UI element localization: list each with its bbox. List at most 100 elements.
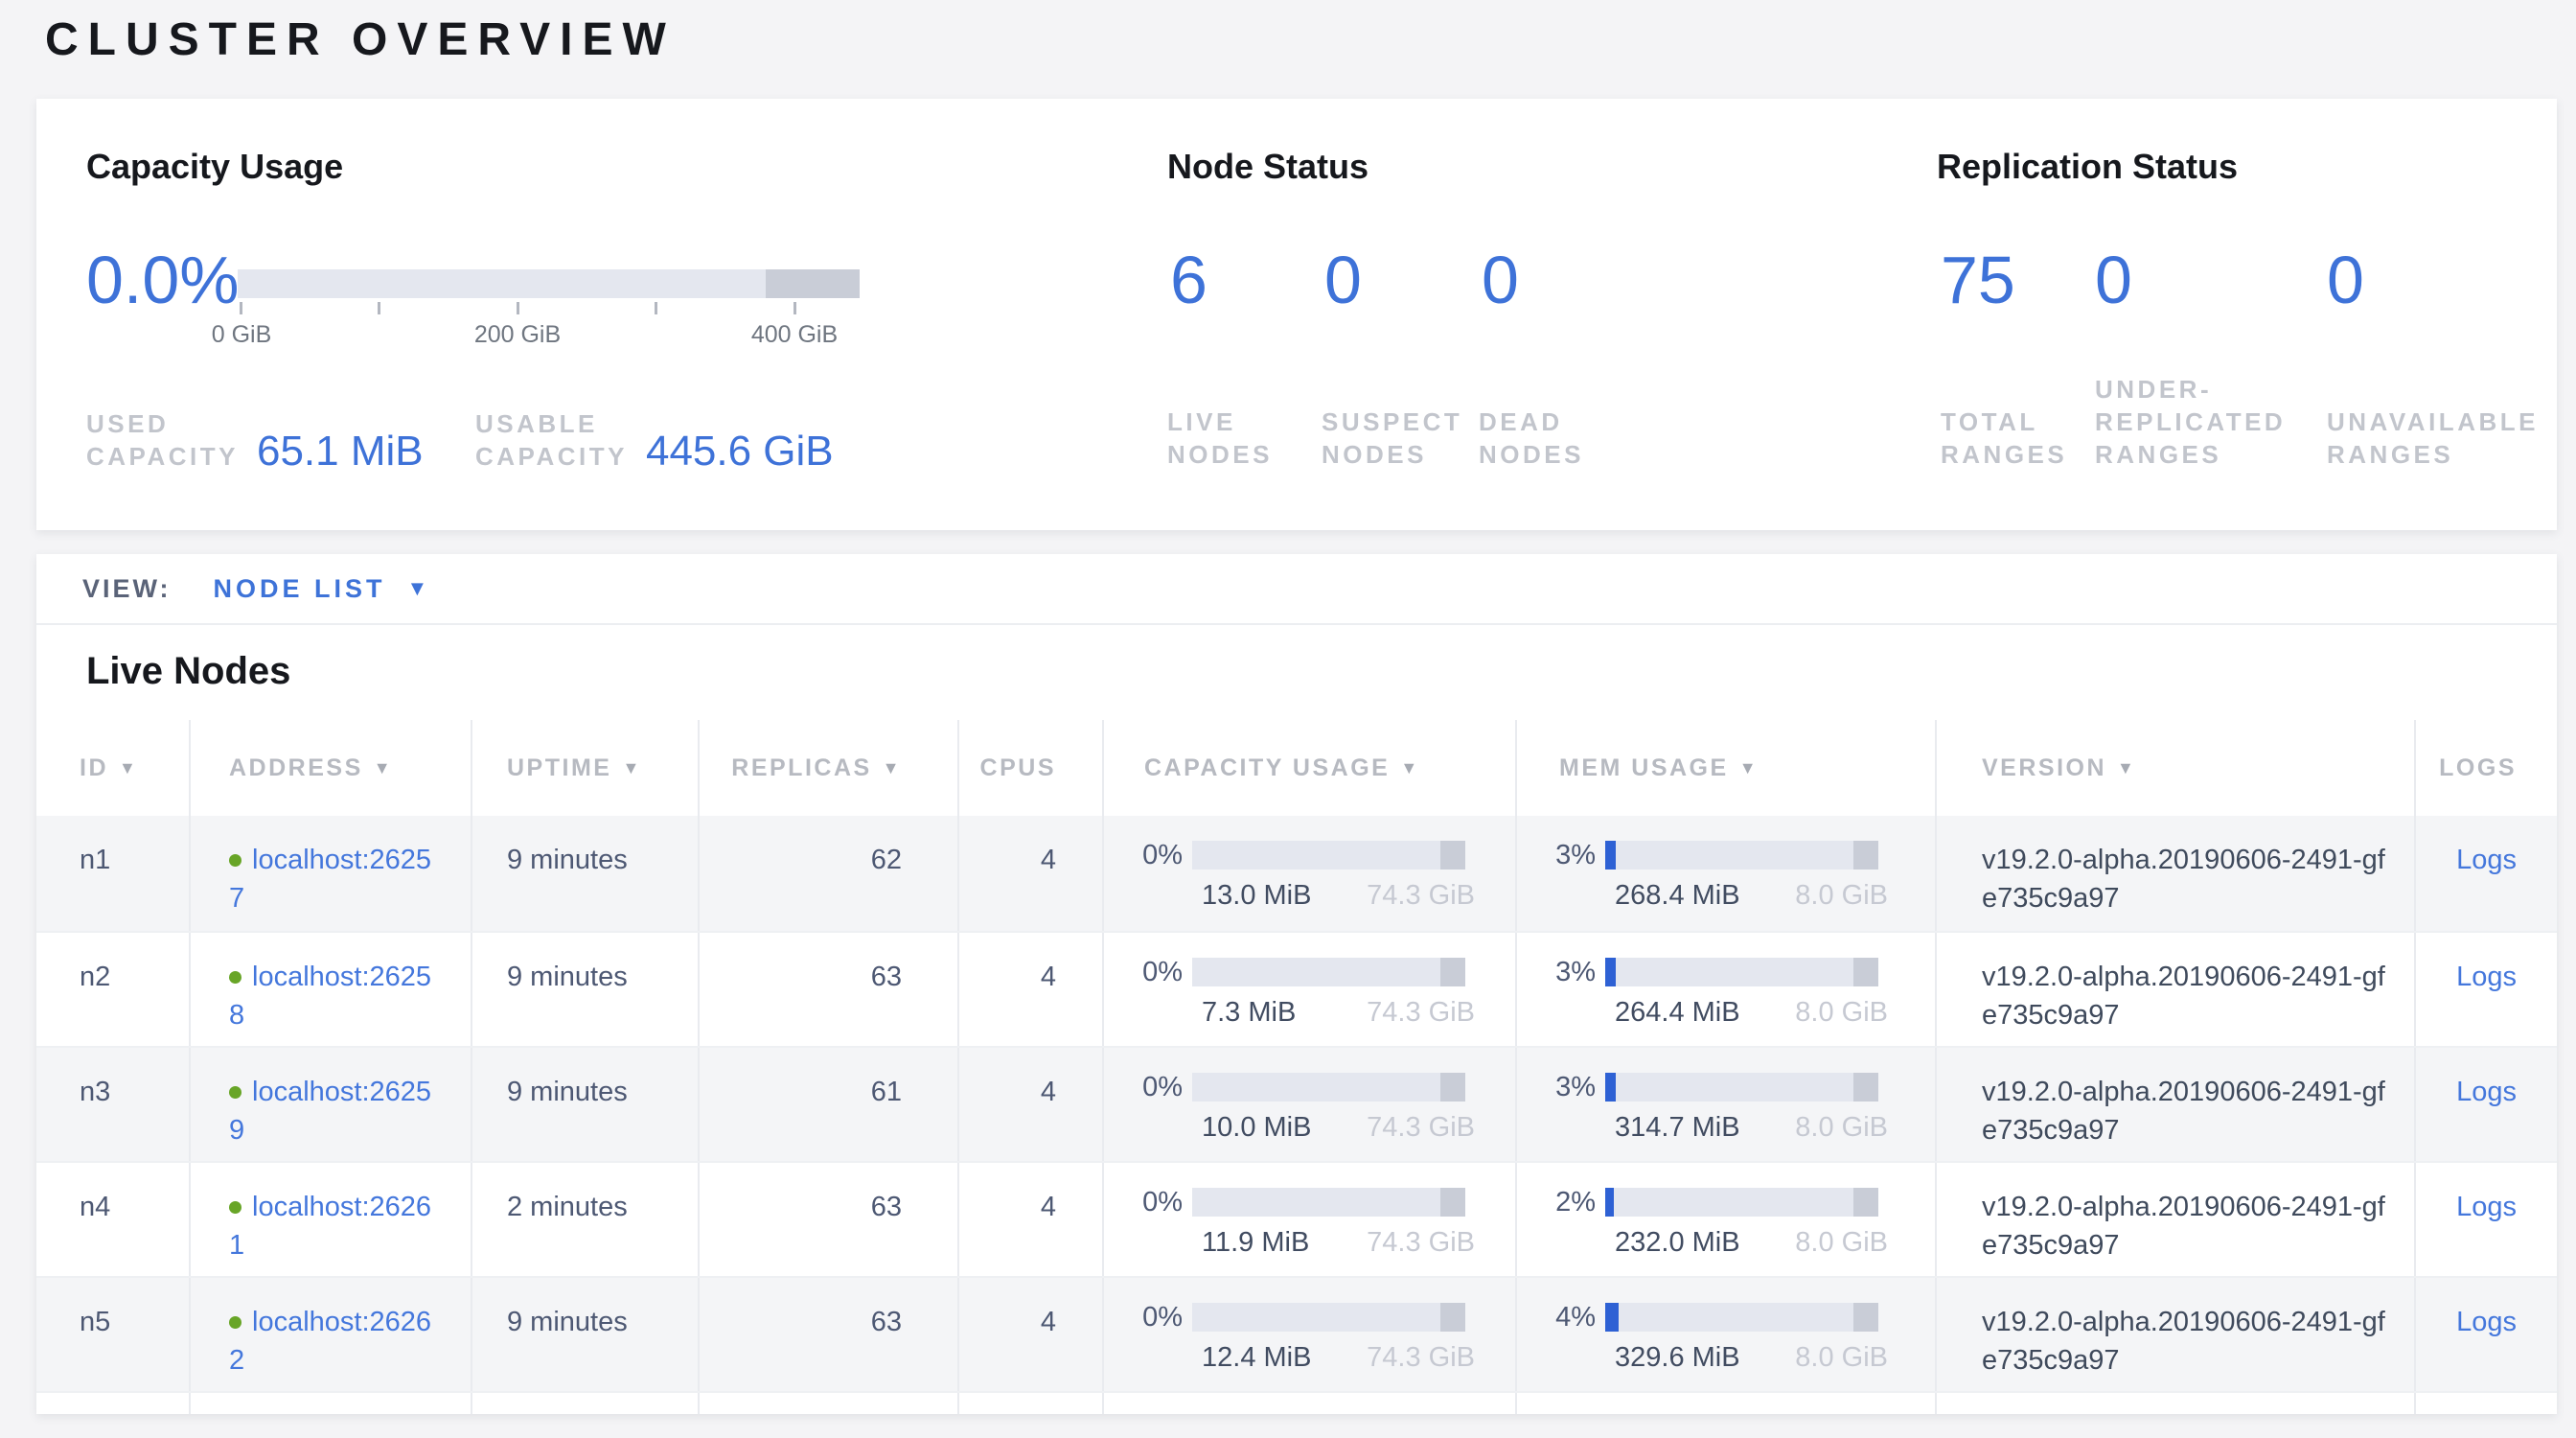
node-version-cell: v19.2.0-alpha.20190606-2491-gfe735c9a97 (1935, 1278, 2414, 1391)
column-header-cpus: CPUS (957, 720, 1102, 816)
node-live-dot-icon (229, 1201, 242, 1214)
node-address-link[interactable]: localhost:26257 (229, 845, 431, 914)
node-id: n1 (36, 816, 189, 931)
sort-desc-icon: ▼ (1739, 758, 1759, 778)
node-cpus: 4 (957, 816, 1102, 931)
suspect-nodes-count: 0 (1324, 243, 1362, 317)
usable-capacity-stat: USABLE CAPACITY 445.6 GiB (475, 407, 834, 473)
mem-bar (1605, 1303, 1878, 1332)
node-cpus: 4 (957, 1048, 1102, 1161)
node-version-cell: v19.2.0-alpha.20190606-2491-gfe735c9a97 (1935, 933, 2414, 1046)
sort-desc-icon: ▼ (2117, 758, 2136, 778)
node-address-link[interactable]: localhost:26262 (229, 1307, 431, 1376)
mem-bar (1605, 958, 1878, 986)
node-status-heading: Node Status (1167, 147, 1368, 187)
node-uptime: 9 minutes (471, 816, 698, 931)
capacity-percent-label: 0% (1104, 841, 1192, 870)
column-header-address[interactable]: ADDRESS▼ (189, 720, 471, 816)
logs-link[interactable]: Logs (2456, 1192, 2517, 1222)
mem-usage-cell: 4% 329.6 MiB8.0 GiB (1515, 1278, 1935, 1391)
capacity-used-value: 13.0 MiB (1202, 876, 1311, 915)
sort-desc-icon: ▼ (374, 758, 393, 778)
node-address-cell: localhost:26262 (189, 1278, 471, 1391)
node-uptime: 9 minutes (471, 1278, 698, 1391)
table-row: n1 localhost:26257 9 minutes 62 4 0% 13.… (36, 816, 2557, 931)
under-replicated-ranges-count: 0 (2095, 243, 2132, 317)
logs-cell: Logs (2414, 933, 2557, 1046)
column-header-id[interactable]: ID▼ (36, 720, 189, 816)
capacity-bar (1192, 1303, 1465, 1332)
node-live-dot-icon (229, 1086, 242, 1099)
axis-tick (794, 302, 796, 314)
capacity-bar (1192, 841, 1465, 870)
capacity-usage-cell: 0% 10.0 MiB74.3 GiB (1102, 1048, 1515, 1161)
node-version-cell: v19.2.0-alpha.20190606-2491-gfe735c9a97 (1935, 1048, 2414, 1161)
chevron-down-icon[interactable]: ▼ (407, 576, 428, 601)
column-header-mem-usage[interactable]: MEM USAGE▼ (1515, 720, 1935, 816)
usable-capacity-value: 445.6 GiB (646, 430, 834, 473)
node-replicas: 62 (698, 816, 957, 931)
axis-label-200: 200 GiB (474, 321, 561, 349)
sort-desc-icon: ▼ (119, 758, 138, 778)
column-header-capacity-usage[interactable]: CAPACITY USAGE▼ (1102, 720, 1515, 816)
table-row: n4 localhost:26261 2 minutes 63 4 0% 11.… (36, 1161, 2557, 1276)
logs-link[interactable]: Logs (2456, 1077, 2517, 1107)
node-version-cell: v19.2.0-alpha.20190606-2491-gfe735c9a97 (1935, 1163, 2414, 1276)
node-id: n3 (36, 1048, 189, 1161)
mem-usage-cell: 3% 314.7 MiB8.0 GiB (1515, 1048, 1935, 1161)
column-header-version[interactable]: VERSION▼ (1935, 720, 2414, 816)
mem-total-value: 8.0 GiB (1795, 876, 1888, 915)
axis-tick (378, 302, 380, 314)
node-address-cell: localhost:26261 (189, 1163, 471, 1276)
mem-usage-cell: 2% 232.0 MiB8.0 GiB (1515, 1163, 1935, 1276)
view-selected-value[interactable]: NODE LIST (214, 574, 386, 604)
mem-usage-cell: 3% 264.4 MiB8.0 GiB (1515, 933, 1935, 1046)
node-live-dot-icon (229, 854, 242, 867)
table-row: n2 localhost:26258 9 minutes 63 4 0% 7.3… (36, 931, 2557, 1046)
node-uptime: 2 minutes (471, 1163, 698, 1276)
node-address-cell: localhost:26258 (189, 933, 471, 1046)
node-id: n4 (36, 1163, 189, 1276)
replication-status-heading: Replication Status (1937, 147, 2238, 187)
node-address-link[interactable]: localhost:26259 (229, 1077, 431, 1146)
mem-percent-label: 3% (1517, 841, 1605, 870)
node-address-link[interactable]: localhost:26258 (229, 962, 431, 1031)
cluster-overview-page: CLUSTER OVERVIEW Capacity Usage 0.0% 0 G… (0, 0, 2576, 1438)
live-nodes-count: 6 (1170, 243, 1208, 317)
usable-capacity-label: USABLE (475, 407, 628, 440)
node-address-link[interactable]: localhost:26261 (229, 1192, 431, 1261)
axis-tick (517, 302, 519, 314)
total-ranges-count: 75 (1941, 243, 2015, 317)
unavailable-ranges-count: 0 (2327, 243, 2364, 317)
logs-cell: Logs (2414, 1048, 2557, 1161)
mem-usage-cell: 3% 268.4 MiB8.0 GiB (1515, 816, 1935, 931)
view-label: VIEW: (82, 574, 172, 604)
view-bar: VIEW: NODE LIST ▼ (36, 554, 2557, 625)
capacity-usage-cell: 0% 7.3 MiB74.3 GiB (1102, 933, 1515, 1046)
view-selector-dropdown[interactable]: NODE LIST ▼ (214, 574, 428, 604)
node-cpus: 4 (957, 1278, 1102, 1391)
column-header-replicas[interactable]: REPLICAS▼ (698, 720, 957, 816)
node-address-cell: localhost:26257 (189, 816, 471, 931)
axis-tick (655, 302, 657, 314)
used-capacity-stat: USED CAPACITY 65.1 MiB (86, 407, 424, 473)
logs-link[interactable]: Logs (2456, 962, 2517, 992)
unavailable-ranges-label: UNAVAILABLE RANGES (2327, 406, 2539, 471)
live-nodes-label: LIVE NODES (1167, 406, 1273, 471)
column-header-logs: LOGS (2414, 720, 2557, 816)
column-header-uptime[interactable]: UPTIME▼ (471, 720, 698, 816)
capacity-usage-cell: 0% 12.4 MiB74.3 GiB (1102, 1278, 1515, 1391)
sort-desc-icon: ▼ (622, 758, 641, 778)
partial-table-row (36, 1391, 2557, 1414)
node-uptime: 9 minutes (471, 1048, 698, 1161)
node-uptime: 9 minutes (471, 933, 698, 1046)
capacity-usage-bar: 0 GiB 200 GiB 400 GiB (238, 269, 860, 298)
logs-link[interactable]: Logs (2456, 1307, 2517, 1337)
used-capacity-label: USED (86, 407, 239, 440)
node-replicas: 63 (698, 1278, 957, 1391)
logs-link[interactable]: Logs (2456, 845, 2517, 875)
table-row: n5 localhost:26262 9 minutes 63 4 0% 12.… (36, 1276, 2557, 1391)
suspect-nodes-label: SUSPECT NODES (1322, 406, 1462, 471)
node-replicas: 63 (698, 933, 957, 1046)
axis-tick (240, 302, 242, 314)
